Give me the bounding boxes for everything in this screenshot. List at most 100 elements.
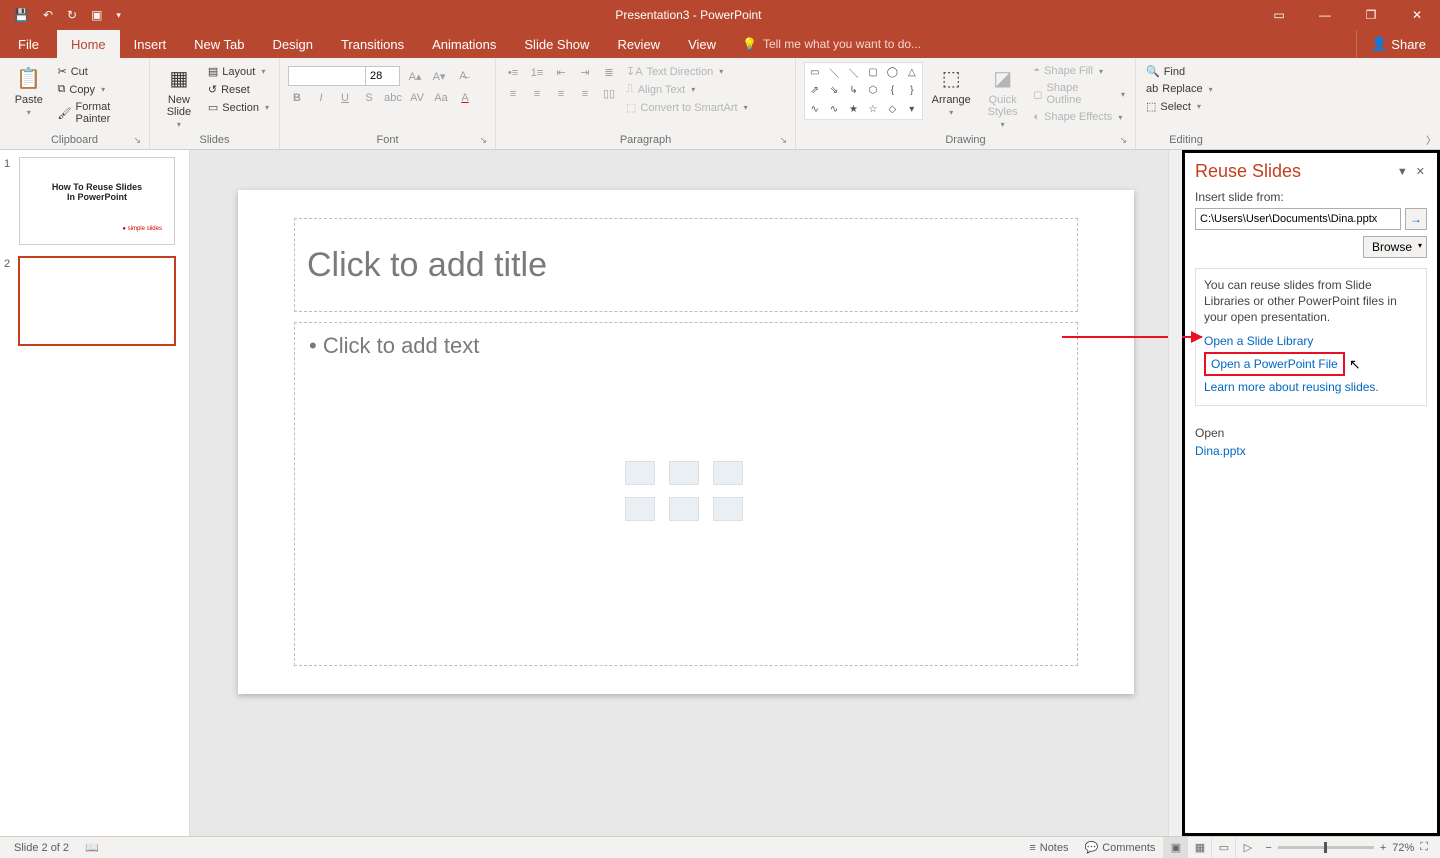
save-icon[interactable]: 💾 (14, 8, 29, 22)
slide[interactable]: Click to add title • Click to add text (238, 190, 1134, 694)
open-powerpoint-file-link[interactable]: Open a PowerPoint File ↖ (1204, 352, 1345, 376)
new-slide-button[interactable]: ▦ New Slide ▾ (158, 62, 200, 129)
font-color-icon[interactable]: A (456, 92, 474, 104)
spacing-icon[interactable]: AV (408, 92, 426, 104)
paste-button[interactable]: 📋 Paste ▾ (8, 62, 50, 117)
font-size-input[interactable] (366, 66, 400, 86)
thumbnail-2[interactable]: 2 (4, 258, 181, 344)
vertical-scrollbar[interactable] (1168, 150, 1182, 836)
arrange-button[interactable]: ⬚ Arrange▾ (929, 62, 974, 117)
spellcheck-icon[interactable]: 📖 (77, 841, 107, 854)
shrink-font-icon[interactable]: A▾ (430, 70, 448, 83)
tab-newtab[interactable]: New Tab (180, 30, 258, 58)
find-button[interactable]: 🔍Find (1144, 64, 1215, 79)
undo-icon[interactable]: ↶ (43, 8, 53, 22)
insert-chart-icon[interactable] (669, 461, 699, 485)
go-button[interactable]: → (1405, 208, 1427, 230)
tab-insert[interactable]: Insert (120, 30, 181, 58)
comments-button[interactable]: 💬 Comments (1077, 841, 1164, 854)
start-from-beginning-icon[interactable]: ▣ (91, 8, 102, 22)
italic-icon[interactable]: I (312, 92, 330, 104)
shape-effects-button[interactable]: ◐Shape Effects (1031, 110, 1127, 124)
justify-icon[interactable]: ≡ (576, 88, 594, 100)
qat-customize-icon[interactable]: ▾ (116, 10, 121, 21)
minimize-button[interactable]: — (1302, 0, 1348, 30)
font-name-input[interactable] (288, 66, 366, 86)
zoom-in-button[interactable]: + (1380, 842, 1386, 854)
tab-design[interactable]: Design (259, 30, 327, 58)
close-button[interactable]: ✕ (1394, 0, 1440, 30)
tell-me[interactable]: 💡 Tell me what you want to do... (730, 30, 921, 58)
browse-button[interactable]: Browse (1363, 236, 1427, 258)
ribbon-display-options-icon[interactable]: ▭ (1256, 0, 1302, 30)
content-placeholder-icons[interactable] (625, 461, 747, 527)
notes-button[interactable]: ≡ Notes (1021, 842, 1076, 854)
pane-options-icon[interactable]: ▼ (1393, 166, 1412, 178)
recent-file-link[interactable]: Dina.pptx (1195, 444, 1427, 458)
slide-sorter-view-icon[interactable]: ▦ (1187, 837, 1211, 858)
open-slide-library-link[interactable]: Open a Slide Library (1204, 334, 1418, 348)
tab-animations[interactable]: Animations (418, 30, 510, 58)
case-icon[interactable]: Aa (432, 92, 450, 104)
select-button[interactable]: ⬚Select (1144, 99, 1215, 114)
reading-view-icon[interactable]: ▭ (1211, 837, 1235, 858)
line-spacing-icon[interactable]: ≣ (600, 66, 618, 79)
insert-from-path-input[interactable] (1195, 208, 1401, 230)
insert-table-icon[interactable] (625, 461, 655, 485)
tab-file[interactable]: File (0, 30, 57, 58)
maximize-button[interactable]: ❐ (1348, 0, 1394, 30)
indent-icon[interactable]: ⇥ (576, 66, 594, 79)
format-painter-button[interactable]: 🖌Format Painter (56, 100, 141, 126)
align-right-icon[interactable]: ≡ (552, 88, 570, 100)
text-direction-button[interactable]: ↧AText Direction (624, 64, 750, 79)
tab-home[interactable]: Home (57, 30, 120, 58)
align-text-button[interactable]: ⎍Align Text (624, 82, 750, 97)
copy-button[interactable]: ⧉Copy (56, 82, 141, 97)
shapes-gallery[interactable]: ▭＼＼▢◯△ ⇗⇘↳⬡{} ∿∿★☆◇▾ (804, 62, 923, 120)
redo-icon[interactable]: ↻ (67, 8, 77, 22)
shape-outline-button[interactable]: ◻Shape Outline (1031, 81, 1127, 107)
slide-indicator[interactable]: Slide 2 of 2 (6, 842, 77, 854)
bold-icon[interactable]: B (288, 92, 306, 104)
tab-slideshow[interactable]: Slide Show (510, 30, 603, 58)
cut-button[interactable]: ✂Cut (56, 64, 141, 79)
tab-review[interactable]: Review (603, 30, 674, 58)
convert-smartart-button[interactable]: ⬚Convert to SmartArt (624, 100, 750, 115)
section-button[interactable]: ▭Section (206, 100, 271, 115)
clear-format-icon[interactable]: A̶ (454, 70, 472, 82)
zoom-out-button[interactable]: − (1265, 842, 1271, 854)
insert-online-pictures-icon[interactable] (669, 497, 699, 521)
bullets-icon[interactable]: •≡ (504, 67, 522, 79)
zoom-slider[interactable] (1278, 846, 1374, 849)
learn-more-link[interactable]: Learn more about reusing slides. (1204, 380, 1418, 394)
share-button[interactable]: 👤 Share (1356, 30, 1440, 58)
tab-view[interactable]: View (674, 30, 730, 58)
clipboard-launcher-icon[interactable]: ↘ (133, 135, 141, 146)
insert-video-icon[interactable] (713, 497, 743, 521)
shadow-icon[interactable]: abc (384, 92, 402, 104)
paragraph-launcher-icon[interactable]: ↘ (779, 135, 787, 146)
grow-font-icon[interactable]: A▴ (406, 70, 424, 83)
title-placeholder[interactable]: Click to add title (294, 218, 1078, 312)
insert-smartart-icon[interactable] (713, 461, 743, 485)
numbering-icon[interactable]: 1≡ (528, 67, 546, 79)
quick-styles-button[interactable]: ◪ Quick Styles▾ (980, 62, 1025, 129)
normal-view-icon[interactable]: ▣ (1163, 837, 1187, 858)
align-left-icon[interactable]: ≡ (504, 88, 522, 100)
tab-transitions[interactable]: Transitions (327, 30, 418, 58)
pane-close-icon[interactable]: ✕ (1412, 165, 1429, 178)
font-launcher-icon[interactable]: ↘ (479, 135, 487, 146)
thumbnail-1[interactable]: 1 How To Reuse SlidesIn PowerPoint ● sim… (4, 158, 181, 244)
zoom-percent[interactable]: 72% (1392, 842, 1414, 854)
dedent-icon[interactable]: ⇤ (552, 66, 570, 79)
collapse-ribbon-icon[interactable]: 〉 (1426, 132, 1436, 147)
slideshow-view-icon[interactable]: ▷ (1235, 837, 1259, 858)
content-placeholder[interactable]: • Click to add text (294, 322, 1078, 666)
columns-icon[interactable]: ▯▯ (600, 87, 618, 100)
underline-icon[interactable]: U (336, 92, 354, 104)
drawing-launcher-icon[interactable]: ↘ (1119, 135, 1127, 146)
strike-icon[interactable]: S (360, 92, 378, 104)
fit-to-window-icon[interactable]: ⛶ (1420, 841, 1428, 854)
insert-pictures-icon[interactable] (625, 497, 655, 521)
align-center-icon[interactable]: ≡ (528, 88, 546, 100)
